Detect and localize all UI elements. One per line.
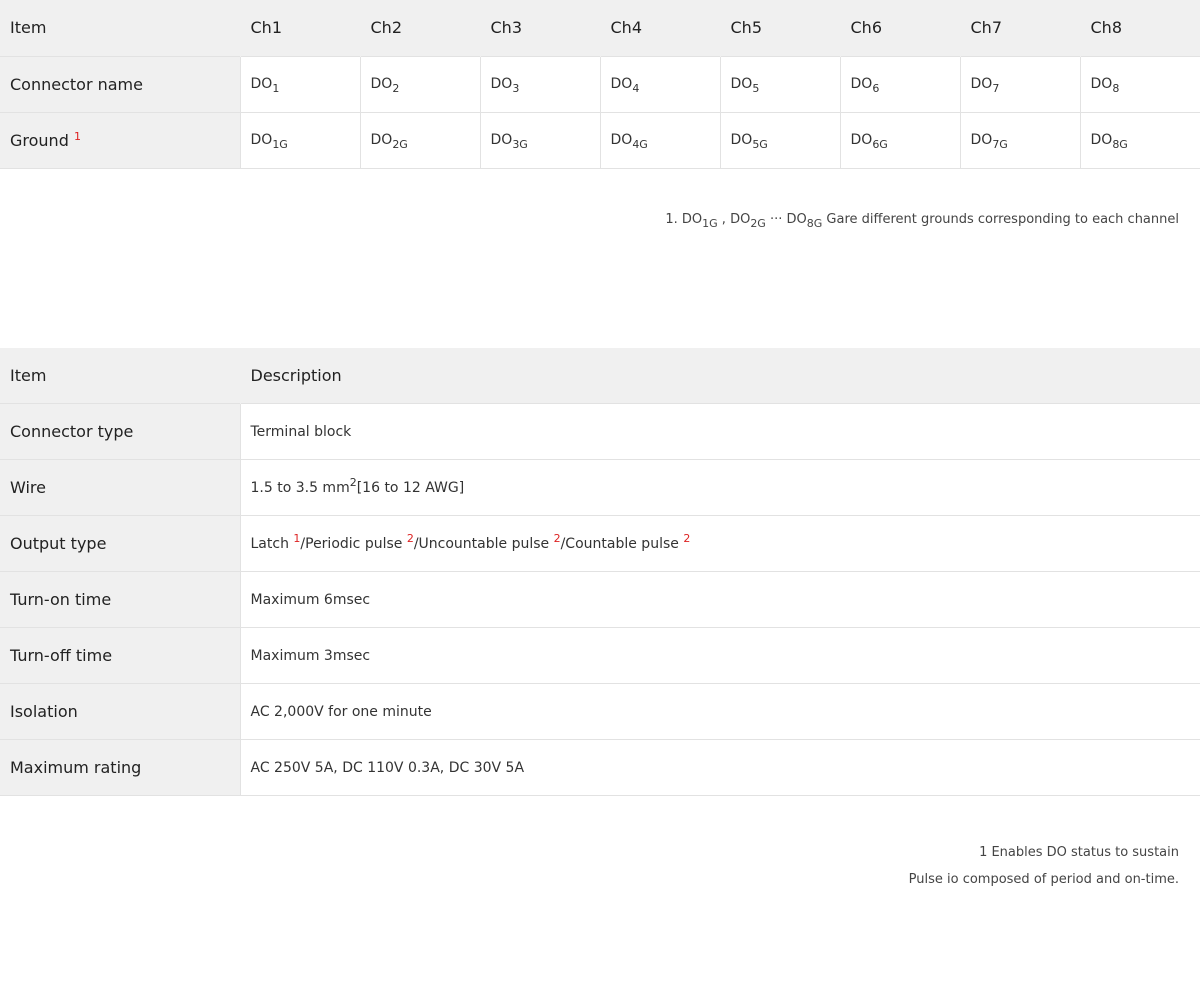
header-ch4: Ch4 xyxy=(599,0,720,56)
header-ch8: Ch8 xyxy=(1079,0,1200,56)
connector-name-cell: DO1 xyxy=(239,56,360,112)
connector-name-row: Connector name DO1 DO2 DO3 DO4 DO5 DO6 D… xyxy=(0,56,1200,112)
spec-table: Item Description Connector type Terminal… xyxy=(0,347,1200,797)
channel-header-row: Item Ch1 Ch2 Ch3 Ch4 Ch5 Ch6 Ch7 Ch8 xyxy=(0,0,1200,56)
connector-name-cell: DO4 xyxy=(599,56,720,112)
footnote-ref: 2 xyxy=(406,531,414,545)
max-rating-label: Maximum rating xyxy=(0,739,240,796)
footnote-1: 1 Enables DO status to sustain xyxy=(979,845,1179,860)
wire-value: 1.5 to 3.5 mm2[16 to 12 AWG] xyxy=(239,459,1200,516)
connector-type-row: Connector type Terminal block xyxy=(0,403,1200,460)
header-ch7: Ch7 xyxy=(959,0,1080,56)
header-description: Description xyxy=(239,347,1200,404)
header-ch1: Ch1 xyxy=(239,0,360,56)
ground-row: Ground 1 DO1G DO2G DO3G DO4G DO5G DO6G D… xyxy=(0,112,1200,168)
turn-off-row: Turn-off time Maximum 3msec xyxy=(0,627,1200,684)
header-ch3: Ch3 xyxy=(479,0,600,56)
connector-name-cell: DO2 xyxy=(359,56,480,112)
isolation-row: Isolation AC 2,000V for one minute xyxy=(0,683,1200,740)
connector-name-label: Connector name xyxy=(0,56,240,112)
connector-name-cell: DO8 xyxy=(1079,56,1200,112)
connector-name-cell: DO6 xyxy=(839,56,960,112)
footnote-ref: 2 xyxy=(683,531,691,545)
max-rating-value: AC 250V 5A, DC 110V 0.3A, DC 30V 5A xyxy=(239,739,1200,796)
ground-label-cell: Ground 1 xyxy=(0,112,240,168)
ground-label: Ground xyxy=(10,130,69,150)
footnote-ref: 2 xyxy=(553,531,561,545)
output-type-label: Output type xyxy=(0,515,240,572)
header-ch6: Ch6 xyxy=(839,0,960,56)
connector-name-cell: DO5 xyxy=(719,56,840,112)
ground-cell: DO6G xyxy=(839,112,960,168)
header-item: Item xyxy=(10,18,47,38)
connector-type-value: Terminal block xyxy=(239,403,1200,460)
isolation-value: AC 2,000V for one minute xyxy=(239,683,1200,740)
turn-on-row: Turn-on time Maximum 6msec xyxy=(0,571,1200,628)
ground-cell: DO4G xyxy=(599,112,720,168)
turn-off-label: Turn-off time xyxy=(0,627,240,684)
ground-cell: DO5G xyxy=(719,112,840,168)
output-type-row: Output type Latch 1/Periodic pulse 2/Unc… xyxy=(0,515,1200,572)
ground-cell: DO8G xyxy=(1079,112,1200,168)
turn-on-label: Turn-on time xyxy=(0,571,240,628)
header-ch5: Ch5 xyxy=(719,0,840,56)
connector-name-cell: DO3 xyxy=(479,56,600,112)
header-ch2: Ch2 xyxy=(359,0,480,56)
turn-on-value: Maximum 6msec xyxy=(239,571,1200,628)
header-item: Item xyxy=(10,365,47,385)
ground-cell: DO2G xyxy=(359,112,480,168)
spec-header-row: Item Description xyxy=(0,347,1200,404)
connector-name-cell: DO7 xyxy=(959,56,1080,112)
ground-footnote: 1. DO1G , DO2G ··· DO8G Gare different g… xyxy=(0,210,1200,348)
spec-footnotes: 1 Enables DO status to sustain Pulse io … xyxy=(0,839,1200,893)
footnote-2: Pulse io composed of period and on-time. xyxy=(908,872,1179,887)
wire-label: Wire xyxy=(0,459,240,516)
ground-cell: DO7G xyxy=(959,112,1080,168)
ground-cell: DO3G xyxy=(479,112,600,168)
footnote-ref: 1 xyxy=(73,129,81,143)
ground-footnote-text: 1. DO1G , DO2G ··· DO8G Gare different g… xyxy=(665,211,1179,230)
connector-type-label: Connector type xyxy=(0,403,240,460)
max-rating-row: Maximum rating AC 250V 5A, DC 110V 0.3A,… xyxy=(0,739,1200,796)
turn-off-value: Maximum 3msec xyxy=(239,627,1200,684)
isolation-label: Isolation xyxy=(0,683,240,740)
output-type-value: Latch 1/Periodic pulse 2/Uncountable pul… xyxy=(239,515,1200,572)
ground-cell: DO1G xyxy=(239,112,360,168)
wire-row: Wire 1.5 to 3.5 mm2[16 to 12 AWG] xyxy=(0,459,1200,516)
channel-table: Item Ch1 Ch2 Ch3 Ch4 Ch5 Ch6 Ch7 Ch8 Con… xyxy=(0,0,1200,169)
